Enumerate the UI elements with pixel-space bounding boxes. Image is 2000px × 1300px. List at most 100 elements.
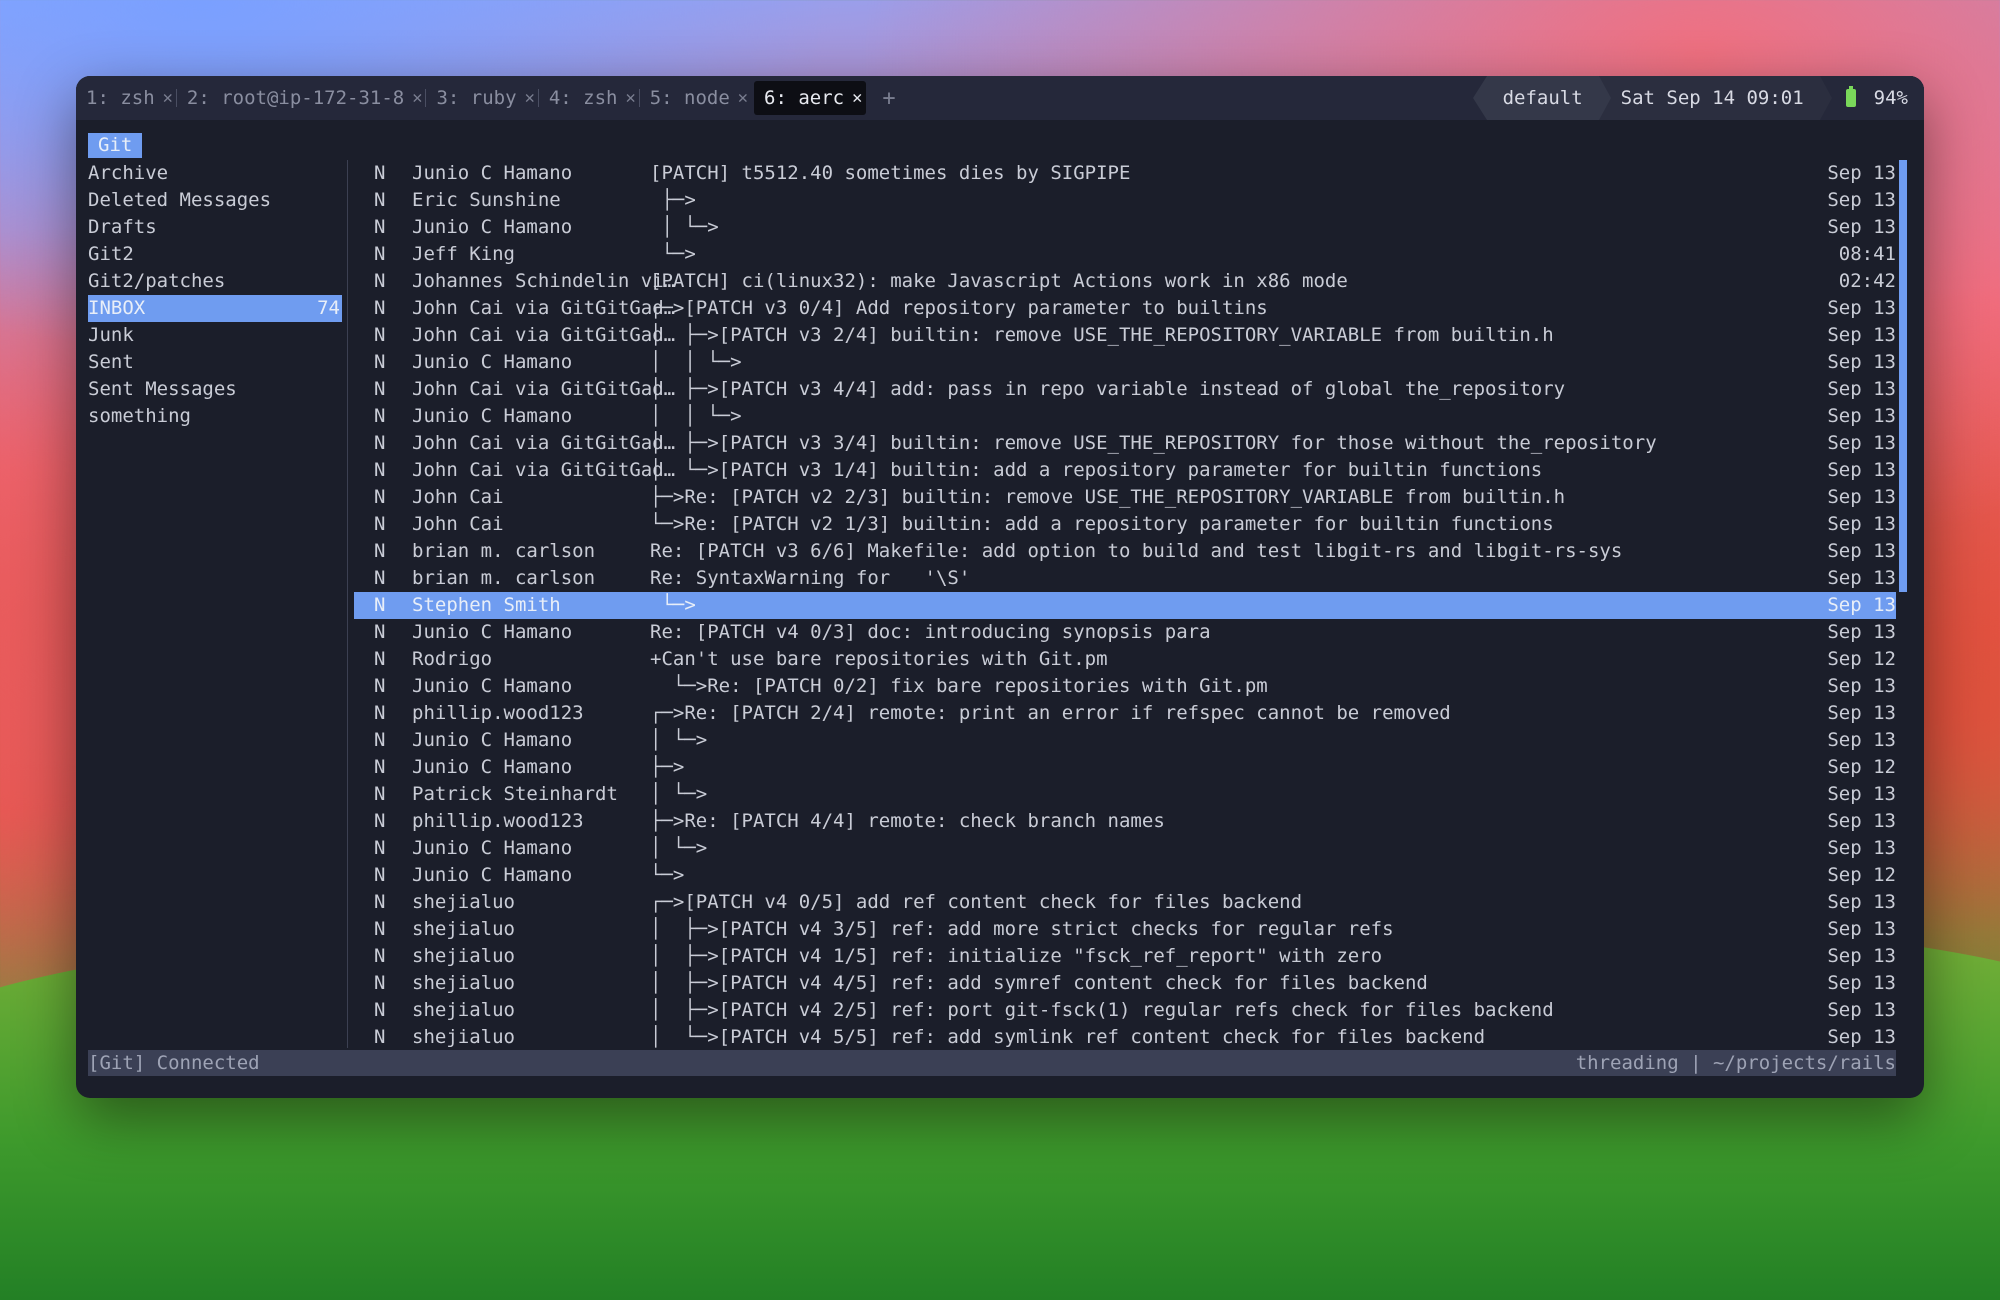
message-row[interactable]: N John Cai via GitGitGad… │ ├─>[PATCH v3 3… bbox=[354, 430, 1896, 457]
message-row[interactable]: N John Cai via GitGitGad… ┌─>[PATCH v3 0/4… bbox=[354, 295, 1896, 322]
message-row[interactable]: N Junio C Hamano │ └─> Sep 13 bbox=[354, 727, 1896, 754]
message-list-scrollbar[interactable] bbox=[1899, 160, 1907, 592]
tab-6[interactable]: 6: aerc ✕ bbox=[754, 81, 867, 115]
status-left: [Git] Connected bbox=[88, 1052, 260, 1074]
message-date: Sep 13 bbox=[1827, 945, 1896, 967]
message-flag: N bbox=[374, 405, 386, 427]
message-row[interactable]: N Junio C Hamano └─>Re: [PATCH 0/2] fix b… bbox=[354, 673, 1896, 700]
message-row[interactable]: Nbrian m. carlson Re: [PATCH v3 6/6] Make… bbox=[354, 538, 1896, 565]
tab-4[interactable]: 4: zsh ✕ bbox=[537, 81, 640, 115]
folder-item[interactable]: Archive bbox=[88, 160, 342, 187]
message-row[interactable]: Nshejialuo │ ├─>[PATCH v4 1/5] ref: initi… bbox=[354, 943, 1896, 970]
battery-icon bbox=[1845, 86, 1856, 107]
message-date: Sep 13 bbox=[1827, 621, 1896, 643]
message-row[interactable]: N Junio C Hamano Re: [PATCH v4 0/3] doc: i… bbox=[354, 619, 1896, 646]
message-flag: N bbox=[374, 918, 386, 940]
message-row[interactable]: N Stephen Smith └─> Sep 13 bbox=[354, 592, 1896, 619]
message-flag: N bbox=[374, 297, 386, 319]
message-date: Sep 13 bbox=[1827, 162, 1896, 184]
message-flag: N bbox=[374, 459, 386, 481]
tab-5[interactable]: 5: node ✕ bbox=[638, 81, 752, 115]
message-subject: [PATCH] t5512.40 sometimes dies by SIGPI… bbox=[650, 162, 1131, 184]
message-subject: ┌─>[PATCH v4 0/5] add ref content check … bbox=[650, 891, 1303, 913]
status-segments: default Sat Sep 14 09:01 94% bbox=[1472, 76, 1924, 120]
message-row[interactable]: Nshejialuo │ ├─>[PATCH v4 2/5] ref: port … bbox=[354, 997, 1896, 1024]
message-date: Sep 13 bbox=[1827, 459, 1896, 481]
message-row[interactable]: Nphillip.wood123 ├─>Re: [PATCH 4/4] remot… bbox=[354, 808, 1896, 835]
message-row[interactable]: N Rodrigo +Can't use bare repositories wit… bbox=[354, 646, 1896, 673]
message-row[interactable]: N Junio C Hamano │ └─> Sep 13 bbox=[354, 214, 1896, 241]
message-row[interactable]: N John Cai ├─>Re: [PATCH v2 2/3] builtin: … bbox=[354, 484, 1896, 511]
account-tab-git[interactable]: Git bbox=[88, 133, 143, 158]
tab-list: 1: zsh ✕ 2: root@ip-172-31-8 ✕ 3: ruby ✕ 4: zs… bbox=[76, 81, 868, 115]
message-subject: ├─> bbox=[650, 756, 685, 778]
message-subject: └─> bbox=[650, 864, 685, 886]
message-row[interactable]: N Junio C Hamano [PATCH] t5512.40 sometime… bbox=[354, 160, 1896, 187]
message-flag: N bbox=[374, 189, 386, 211]
datetime: Sat Sep 14 09:01 bbox=[1598, 76, 1820, 120]
message-subject: └─>Re: [PATCH v2 1/3] builtin: add a rep… bbox=[650, 513, 1554, 535]
folder-count bbox=[340, 403, 342, 430]
message-row[interactable]: N Junio C Hamano │ └─> Sep 13 bbox=[354, 835, 1896, 862]
message-row[interactable]: N John Cai via GitGitGad… │ ├─>[PATCH v3 4… bbox=[354, 376, 1896, 403]
message-subject: ├─>Re: [PATCH v2 2/3] builtin: remove US… bbox=[650, 486, 1566, 508]
folder-item[interactable]: Junk bbox=[88, 322, 342, 349]
message-row[interactable]: N Eric Sunshine ├─> Sep 13 bbox=[354, 187, 1896, 214]
message-date: Sep 13 bbox=[1827, 432, 1896, 454]
message-row[interactable]: N Junio C Hamano ├─> Sep 12 bbox=[354, 754, 1896, 781]
message-row[interactable]: N Junio C Hamano └─> Sep 12 bbox=[354, 862, 1896, 889]
close-icon[interactable]: ✕ bbox=[412, 88, 422, 108]
message-row[interactable]: N Patrick Steinhardt │ └─> Sep 13 bbox=[354, 781, 1896, 808]
message-row[interactable]: N John Cai └─>Re: [PATCH v2 1/3] builtin: … bbox=[354, 511, 1896, 538]
battery-status: 94% bbox=[1819, 76, 1924, 120]
message-flag: N bbox=[374, 891, 386, 913]
message-row[interactable]: N Jeff King └─> 08:41 bbox=[354, 241, 1896, 268]
folder-item[interactable]: Git2/patches bbox=[88, 268, 342, 295]
message-flag: N bbox=[374, 783, 386, 805]
folder-item[interactable]: Sent bbox=[88, 349, 342, 376]
message-flag: N bbox=[374, 648, 386, 670]
message-row[interactable]: Nshejialuo │ ├─>[PATCH v4 4/5] ref: add s… bbox=[354, 970, 1896, 997]
message-flag: N bbox=[374, 486, 386, 508]
message-row[interactable]: Nshejialuo ┌─>[PATCH v4 0/5] add ref cont… bbox=[354, 889, 1896, 916]
message-subject: │ ├─>[PATCH v4 1/5] ref: initialize "fsc… bbox=[650, 945, 1383, 967]
close-icon[interactable]: ✕ bbox=[738, 88, 748, 108]
folder-item[interactable]: Deleted Messages bbox=[88, 187, 342, 214]
message-row[interactable]: N Johannes Schindelin vi… [PATCH] ci(linux… bbox=[354, 268, 1896, 295]
message-date: Sep 13 bbox=[1827, 486, 1896, 508]
message-row[interactable]: Nphillip.wood123 ┌─>Re: [PATCH 2/4] remot… bbox=[354, 700, 1896, 727]
message-flag: N bbox=[374, 567, 386, 589]
message-row[interactable]: N John Cai via GitGitGad… │ └─>[PATCH v3 1… bbox=[354, 457, 1896, 484]
new-tab-button[interactable]: + bbox=[882, 86, 895, 111]
close-icon[interactable]: ✕ bbox=[525, 88, 535, 108]
message-row[interactable]: Nbrian m. carlson Re: SyntaxWarning for '… bbox=[354, 565, 1896, 592]
message-row[interactable]: N Junio C Hamano │ │ └─> Sep 13 bbox=[354, 403, 1896, 430]
close-icon[interactable]: ✕ bbox=[852, 88, 862, 108]
message-date: Sep 13 bbox=[1827, 378, 1896, 400]
close-icon[interactable]: ✕ bbox=[163, 88, 173, 108]
folder-item[interactable]: INBOX 74 bbox=[88, 295, 342, 322]
close-icon[interactable]: ✕ bbox=[625, 88, 635, 108]
folder-item[interactable]: Git2 bbox=[88, 241, 342, 268]
tab-label: 1: zsh bbox=[86, 87, 155, 109]
folder-item[interactable]: Sent Messages bbox=[88, 376, 342, 403]
message-subject: └─> bbox=[650, 594, 696, 616]
folder-item[interactable]: Drafts bbox=[88, 214, 342, 241]
message-subject: │ └─> bbox=[650, 837, 708, 859]
tab-3[interactable]: 3: ruby ✕ bbox=[425, 81, 538, 115]
message-row[interactable]: Nshejialuo │ └─>[PATCH v4 5/5] ref: add s… bbox=[354, 1024, 1896, 1051]
folder-item[interactable]: something bbox=[88, 403, 342, 430]
folder-name: something bbox=[88, 405, 191, 427]
message-row[interactable]: Nshejialuo │ ├─>[PATCH v4 3/5] ref: add m… bbox=[354, 916, 1896, 943]
folder-name: Archive bbox=[88, 162, 169, 184]
tab-1[interactable]: 1: zsh ✕ bbox=[76, 81, 177, 115]
tab-label: 4: zsh bbox=[548, 87, 618, 109]
message-flag: N bbox=[374, 864, 386, 886]
message-row[interactable]: N Junio C Hamano │ │ └─> Sep 13 bbox=[354, 349, 1896, 376]
message-flag: N bbox=[374, 513, 386, 535]
message-date: Sep 13 bbox=[1827, 675, 1896, 697]
message-row[interactable]: N John Cai via GitGitGad… │ ├─>[PATCH v3 2… bbox=[354, 322, 1896, 349]
tab-2[interactable]: 2: root@ip-172-31-8 ✕ bbox=[175, 81, 427, 115]
folder-count bbox=[340, 187, 342, 214]
message-flag: N bbox=[374, 270, 386, 292]
